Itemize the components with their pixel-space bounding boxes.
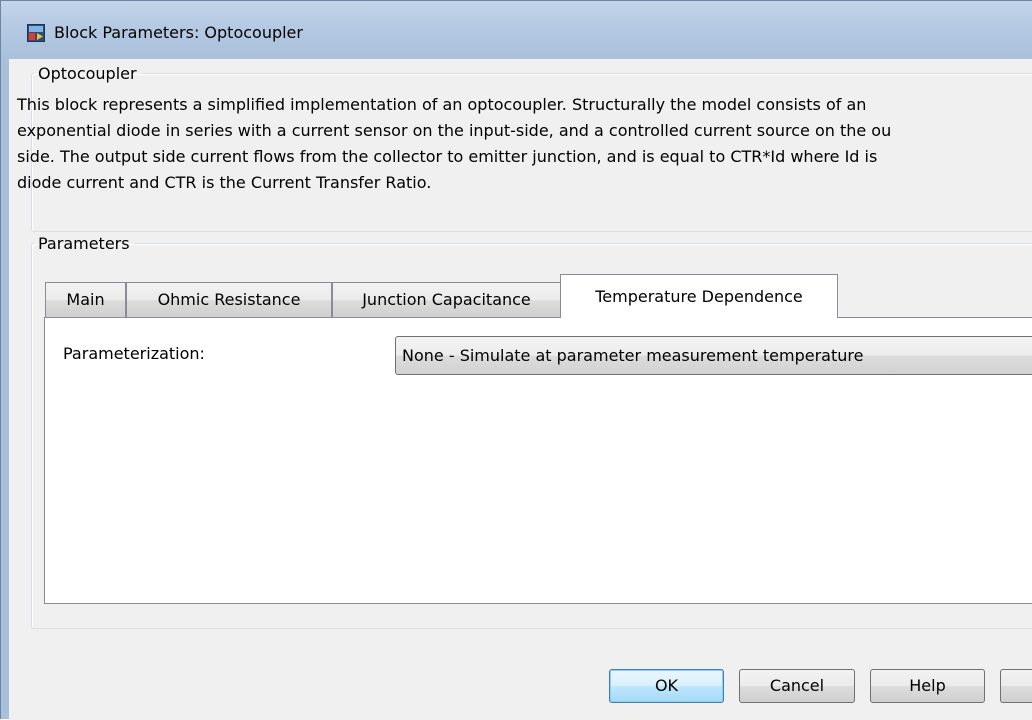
description-group-legend: Optocoupler: [38, 64, 137, 83]
tab-ohmic-resistance[interactable]: Ohmic Resistance: [126, 282, 332, 317]
tab-label: Main: [66, 290, 105, 309]
simulink-block-icon: [27, 24, 45, 42]
tab-main[interactable]: Main: [45, 282, 126, 317]
cancel-button-label: Cancel: [769, 676, 825, 695]
parameterization-dropdown[interactable]: None - Simulate at parameter measurement…: [395, 336, 1032, 375]
tab-temperature-dependence[interactable]: Temperature Dependence: [560, 274, 838, 318]
ok-button-label: OK: [654, 676, 679, 695]
description-line: side. The output side current flows from…: [17, 147, 878, 166]
parameters-group-legend: Parameters: [38, 234, 130, 253]
help-button-label: Help: [909, 676, 946, 695]
description-line: diode current and CTR is the Current Tra…: [17, 173, 432, 192]
apply-button[interactable]: [1000, 669, 1032, 703]
parameterization-label: Parameterization:: [63, 344, 205, 363]
parameterization-value: None - Simulate at parameter measurement…: [402, 346, 864, 365]
cancel-button[interactable]: Cancel: [739, 669, 855, 703]
window-title: Block Parameters: Optocoupler: [54, 23, 303, 42]
description-line: This block represents a simplified imple…: [17, 95, 867, 114]
help-button[interactable]: Help: [870, 669, 985, 703]
description-line: exponential diode in series with a curre…: [17, 121, 892, 140]
block-description: This block represents a simplified imple…: [17, 92, 1032, 196]
title-bar[interactable]: Block Parameters: Optocoupler: [1, 1, 1032, 59]
ok-button[interactable]: OK: [609, 669, 724, 703]
tab-label: Junction Capacitance: [362, 290, 531, 309]
tab-label: Ohmic Resistance: [157, 290, 301, 309]
tab-junction-capacitance[interactable]: Junction Capacitance: [332, 282, 561, 317]
dialog-window: Block Parameters: Optocoupler Optocouple…: [0, 0, 1032, 720]
tab-label: Temperature Dependence: [595, 287, 803, 306]
